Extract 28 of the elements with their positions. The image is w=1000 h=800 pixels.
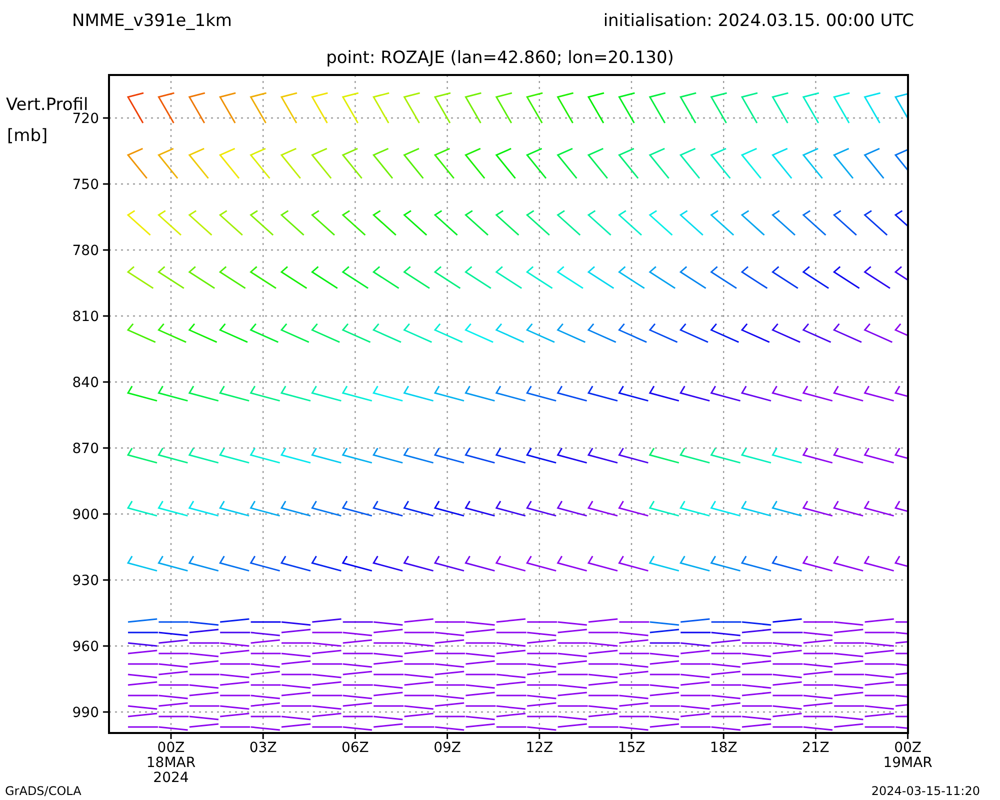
x-tick-label: 18MAR	[146, 755, 196, 771]
initialisation-time: initialisation: 2024.03.15. 00:00 UTC	[603, 11, 914, 31]
y-tick-label: 750	[72, 177, 99, 193]
x-tick-label: 2024	[153, 770, 189, 786]
x-tick-label: 00Z	[894, 740, 922, 756]
y-tick-label: 810	[72, 309, 99, 325]
y-tick-label: 930	[72, 573, 99, 589]
x-tick-label: 21Z	[802, 740, 830, 756]
axis-title: [mb]	[7, 126, 48, 146]
x-tick-label: 03Z	[249, 740, 277, 756]
y-tick-label: 720	[72, 111, 99, 127]
chart-title: point: ROZAJE (lan=42.860; lon=20.130)	[326, 48, 674, 68]
y-tick-label: 900	[72, 507, 99, 523]
model-name: NMME_v391e_1km	[72, 11, 232, 31]
x-tick-label: 15Z	[618, 740, 646, 756]
credit-text: GrADS/COLA	[5, 784, 82, 798]
x-tick-label: 06Z	[342, 740, 369, 756]
y-tick-label: 870	[72, 441, 99, 457]
x-tick-label: 12Z	[526, 740, 554, 756]
x-tick-label: 00Z	[157, 740, 185, 756]
x-tick-label: 19MAR	[883, 755, 932, 771]
timestamp-text: 2024-03-15-11:20	[871, 784, 980, 798]
y-tick-label: 990	[72, 705, 99, 721]
y-tick-label: 780	[72, 243, 99, 259]
y-tick-label: 840	[72, 375, 99, 391]
x-tick-label: 09Z	[434, 740, 461, 756]
y-tick-label: 960	[72, 639, 99, 655]
x-tick-label: 18Z	[710, 740, 738, 756]
